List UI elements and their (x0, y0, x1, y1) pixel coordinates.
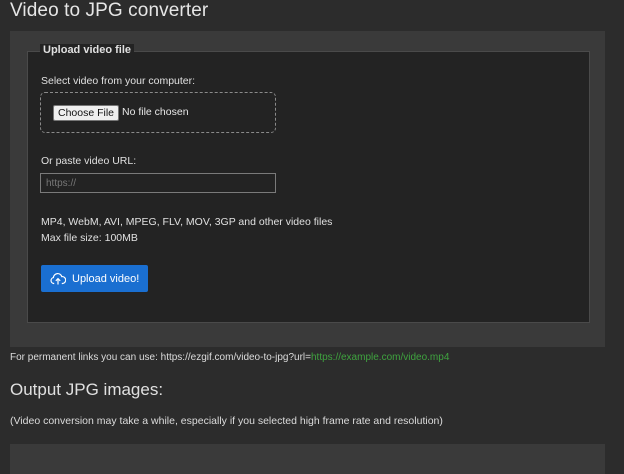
max-file-size-text: Max file size: 100MB (41, 232, 138, 244)
example-url-link[interactable]: https://example.com/video.mp4 (311, 352, 449, 363)
upload-legend: Upload video file (40, 44, 135, 56)
video-url-input[interactable] (40, 173, 276, 193)
select-video-label: Select video from your computer: (41, 75, 196, 87)
conversion-note: (Video conversion may take a while, espe… (10, 415, 443, 427)
cloud-upload-icon (50, 272, 66, 285)
permalink-prefix: For permanent links you can use: https:/… (10, 352, 311, 363)
permalink-info: For permanent links you can use: https:/… (10, 352, 449, 363)
output-panel (10, 444, 605, 474)
upload-video-label: Upload video! (72, 272, 140, 285)
output-section-title: Output JPG images: (10, 380, 164, 399)
supported-formats-text: MP4, WebM, AVI, MPEG, FLV, MOV, 3GP and … (41, 216, 333, 228)
page-title: Video to JPG converter (10, 0, 209, 21)
choose-file-button[interactable]: Choose File (53, 105, 119, 121)
no-file-chosen-text: No file chosen (122, 106, 189, 118)
paste-url-label: Or paste video URL: (41, 155, 137, 167)
upload-video-button[interactable]: Upload video! (41, 265, 148, 292)
